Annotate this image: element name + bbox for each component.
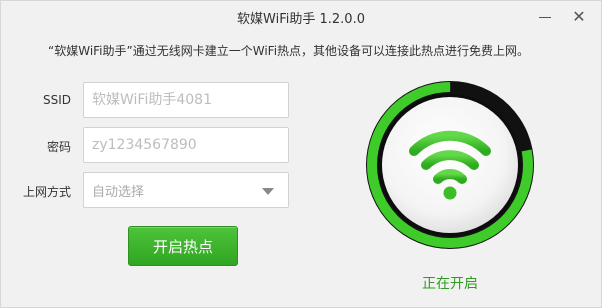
center-disc — [382, 97, 518, 233]
progress-ring — [366, 81, 534, 249]
description-text: “软媒WiFi助手”通过无线网卡建立一个WiFi热点，其他设备可以连接此热点进行… — [48, 44, 530, 58]
wifi-dot — [443, 186, 457, 200]
close-icon: ✕ — [572, 6, 586, 26]
app-window: 软媒WiFi助手 1.2.0.0 ✕ “软媒WiFi助手”通过无线网卡建立一个W… — [0, 0, 602, 308]
close-button[interactable]: ✕ — [567, 5, 591, 27]
connection-mode-label: 上网方式 — [22, 185, 71, 199]
password-input[interactable] — [83, 127, 289, 163]
connection-mode-value: 自动选择 — [92, 184, 145, 200]
start-hotspot-button[interactable]: 开启热点 — [128, 226, 238, 266]
status-text: 正在开启 — [422, 276, 478, 292]
password-label: 密码 — [46, 140, 71, 154]
window-title: 软媒WiFi助手 1.2.0.0 — [237, 12, 365, 27]
chevron-down-icon — [262, 188, 274, 195]
title-bar: 软媒WiFi助手 1.2.0.0 ✕ — [1, 1, 601, 33]
ssid-input[interactable] — [83, 82, 289, 118]
minimize-button[interactable] — [533, 5, 557, 27]
minimize-icon — [539, 16, 551, 18]
hotspot-status-indicator[interactable] — [364, 79, 536, 251]
connection-mode-select[interactable]: 自动选择 — [83, 172, 289, 208]
ssid-label: SSID — [42, 93, 71, 107]
